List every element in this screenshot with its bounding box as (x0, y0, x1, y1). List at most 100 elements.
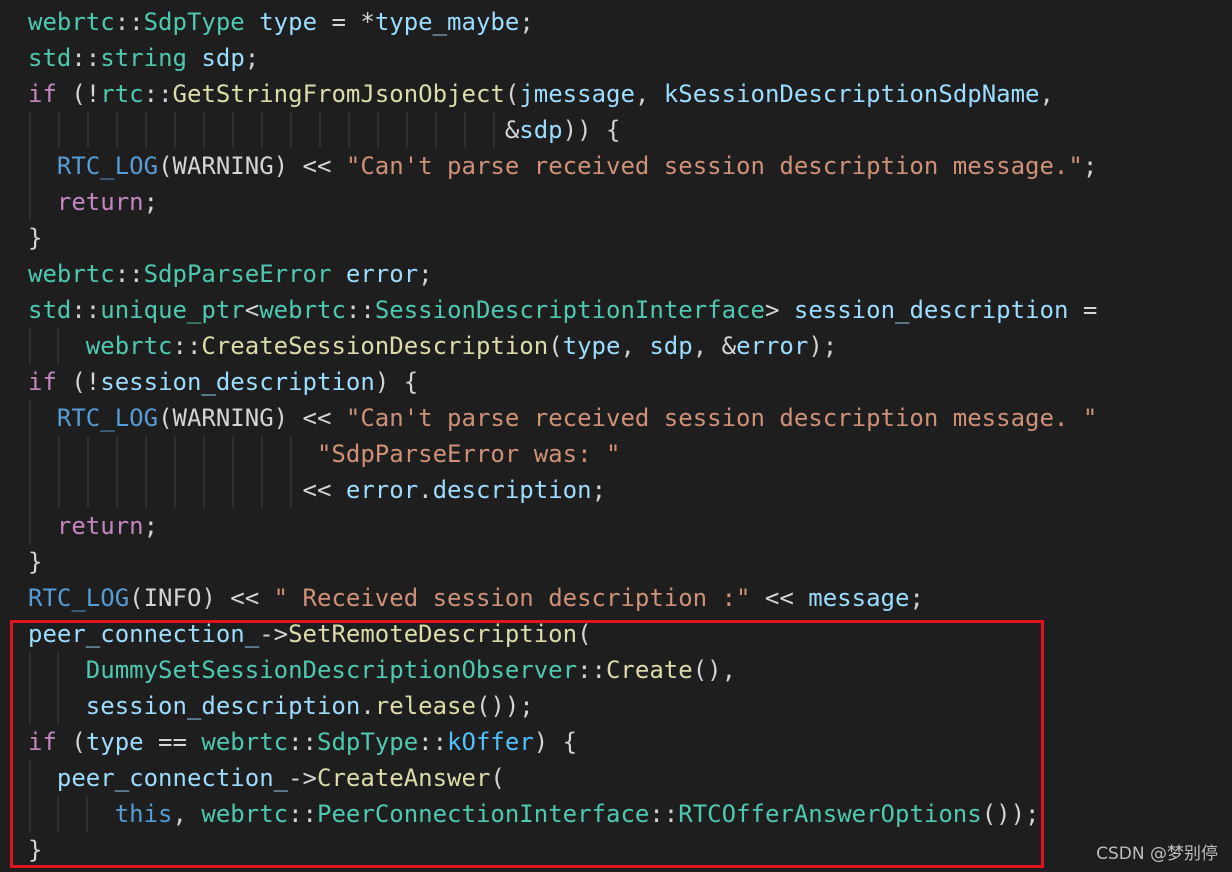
code-token: (), (692, 656, 737, 684)
code-token: SdpType (317, 728, 419, 756)
code-token: "Can't parse received session descriptio… (345, 404, 1098, 432)
code-line: DummySetSessionDescriptionObserver::Crea… (28, 652, 1097, 688)
code-token: ) { (374, 368, 419, 396)
code-token: , (172, 800, 202, 828)
code-token: sdp (201, 44, 245, 72)
code-token: this (114, 800, 173, 828)
code-token: webrtc (201, 728, 289, 756)
code-token: rtc (100, 80, 144, 108)
code-line: RTC_LOG(INFO) << " Received session desc… (28, 580, 1097, 616)
code-token: :: (114, 260, 144, 288)
code-token: PeerConnectionInterface (317, 800, 650, 828)
code-token: type_maybe (374, 8, 520, 36)
code-token: ; (143, 188, 159, 216)
code-token: :: (143, 80, 173, 108)
code-token: peer_connection_ (56, 764, 289, 792)
code-token: :: (577, 656, 606, 684)
code-token: ( (490, 764, 505, 792)
code-token: ; (244, 44, 260, 72)
code-token: ()); (981, 800, 1040, 828)
code-area[interactable]: webrtc::SdpType type = *type_maybe;std::… (28, 4, 1097, 868)
code-token: :: (649, 800, 679, 828)
code-token: SdpParseError (143, 260, 332, 288)
code-line: peer_connection_->CreateAnswer( (28, 760, 1097, 796)
code-token: release (374, 692, 476, 720)
code-token: ; (591, 476, 607, 504)
code-token: ()); (475, 692, 534, 720)
code-token: "SdpParseError was: " (316, 440, 621, 468)
code-token: :: (288, 728, 318, 756)
code-line: std::unique_ptr<webrtc::SessionDescripti… (28, 292, 1097, 328)
code-token: unique_ptr (100, 296, 245, 324)
code-line: if (type == webrtc::SdpType::kOffer) { (28, 724, 1097, 760)
code-token: } (28, 224, 43, 252)
code-token: :: (418, 728, 448, 756)
code-token: error (345, 260, 419, 288)
code-token: ; (143, 512, 159, 540)
code-token: RTCOfferAnswerOptions (678, 800, 982, 828)
code-token: << (302, 476, 346, 504)
code-token: if (28, 728, 57, 756)
code-token: :: (172, 332, 202, 360)
code-line: webrtc::SdpParseError error; (28, 256, 1097, 292)
code-token: std (28, 44, 72, 72)
code-token: , (1039, 80, 1054, 108)
code-token: = * (317, 8, 375, 36)
code-token: CreateSessionDescription (201, 332, 549, 360)
code-line: if (!session_description) { (28, 364, 1097, 400)
code-token: kOffer (447, 728, 534, 756)
code-token: " Received session description :" (273, 584, 751, 612)
code-token: ; (1082, 152, 1098, 180)
code-token: webrtc (201, 800, 289, 828)
code-line: return; (28, 184, 1097, 220)
code-token: webrtc (28, 260, 115, 288)
code-line: peer_connection_->SetRemoteDescription( (28, 616, 1097, 652)
code-token: webrtc (85, 332, 173, 360)
code-token: SdpType (143, 8, 245, 36)
code-token: & (504, 116, 520, 144)
code-token: session_description (793, 296, 1069, 324)
code-token: error (345, 476, 419, 504)
code-token: kSessionDescriptionSdpName (663, 80, 1040, 108)
code-token: . (360, 692, 375, 720)
code-token: :: (71, 296, 101, 324)
code-token: } (28, 548, 43, 576)
code-token: (WARNING) << (158, 404, 346, 432)
code-token: -> (288, 764, 317, 792)
code-token: :: (345, 296, 375, 324)
code-line: << error.description; (28, 472, 1097, 508)
code-token: return (56, 188, 144, 216)
code-editor[interactable]: webrtc::SdpType type = *type_maybe;std::… (0, 0, 1232, 872)
code-token: error (736, 332, 809, 360)
code-line: } (28, 832, 1097, 868)
code-token: string (100, 44, 187, 72)
code-token: std (28, 296, 72, 324)
code-token: ( (56, 728, 86, 756)
code-token: ; (519, 8, 534, 36)
code-line: if (!rtc::GetStringFromJsonObject(jmessa… (28, 76, 1097, 112)
code-token: RTC_LOG (28, 584, 130, 612)
code-line: this, webrtc::PeerConnectionInterface::R… (28, 796, 1097, 832)
code-token: -> (259, 620, 289, 648)
code-token: ); (808, 332, 838, 360)
code-token: jmessage (519, 80, 635, 108)
code-line: return; (28, 508, 1097, 544)
code-token: session_description (100, 368, 375, 396)
code-line: } (28, 544, 1097, 580)
code-token: ( (577, 620, 592, 648)
code-token: (! (56, 80, 101, 108)
code-token: sdp (519, 116, 563, 144)
code-line: webrtc::SdpType type = *type_maybe; (28, 4, 1097, 40)
code-token: if (28, 368, 57, 396)
